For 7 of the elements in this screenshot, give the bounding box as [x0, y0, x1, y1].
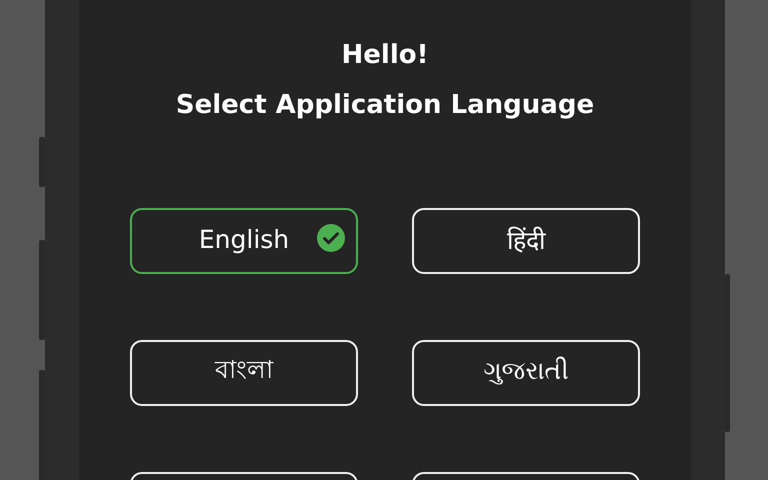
language-option[interactable]: English [130, 208, 358, 274]
check-icon [317, 224, 345, 252]
language-option[interactable]: हिंदी [412, 208, 640, 274]
screen-title: Select Application Language [176, 89, 594, 122]
language-option[interactable]: ગુજરાતી [412, 340, 640, 406]
greeting: Hello! [342, 39, 428, 72]
language-option[interactable]: বাংলা [130, 340, 358, 406]
